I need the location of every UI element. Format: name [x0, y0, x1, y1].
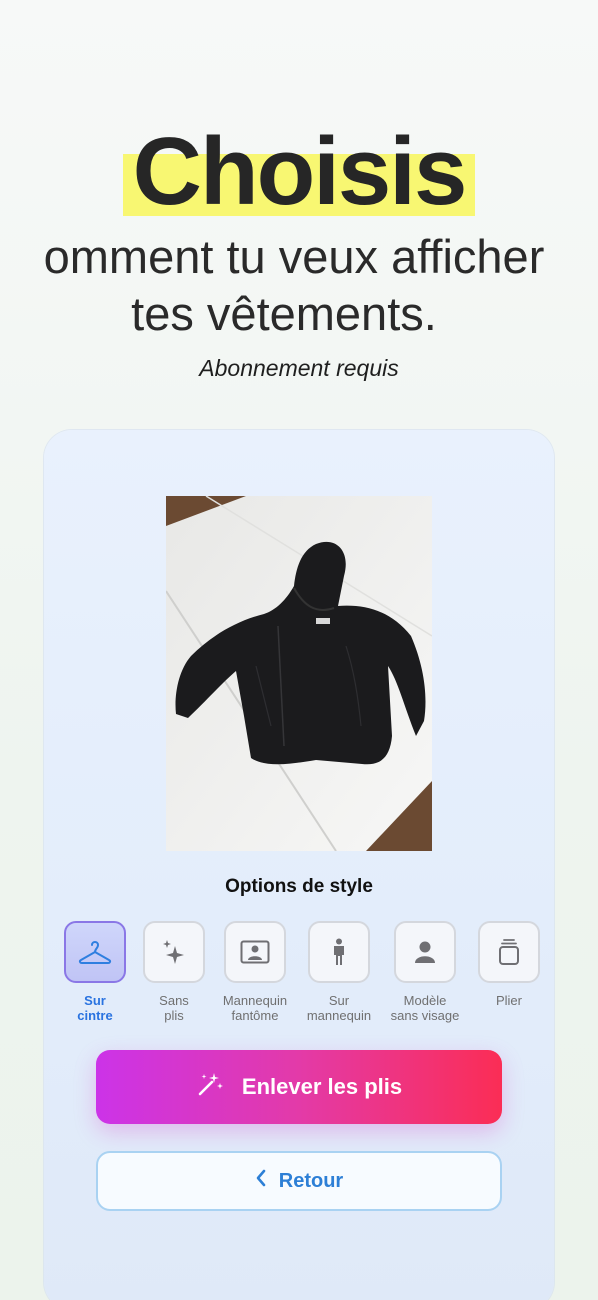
folded-stack-icon — [498, 938, 520, 966]
hanger-icon — [78, 939, 112, 965]
ghost-mannequin-icon — [240, 940, 270, 964]
subtitle: omment tu veux afficher tes vêtements. — [0, 228, 598, 342]
remove-wrinkles-label: Enlever les plis — [241, 1074, 403, 1099]
faceless-model-icon — [413, 940, 437, 964]
back-button[interactable]: Retour — [96, 1151, 502, 1211]
style-option-tile[interactable] — [64, 921, 126, 983]
subtitle-line-2: tes vêtements. — [131, 287, 437, 340]
style-options-title: Options de style — [225, 876, 373, 897]
mannequin-icon — [331, 938, 347, 966]
remove-wrinkles-button[interactable]: Enlever les plis — [96, 1050, 502, 1124]
style-option-tile[interactable] — [478, 921, 540, 983]
style-option-faceless-model[interactable]: Modèle sans visage — [380, 921, 470, 1023]
style-option-label: Mannequin fantôme — [222, 993, 288, 1023]
style-options-screen: Choisis omment tu veux afficher tes vête… — [0, 0, 598, 1300]
subtitle-line-1: omment tu veux afficher — [43, 230, 545, 283]
style-option-label: Sur mannequin — [306, 993, 372, 1023]
headline: Choisis — [0, 118, 598, 226]
style-option-label: Sur cintre — [77, 993, 113, 1023]
style-option-tile[interactable] — [143, 921, 205, 983]
chevron-left-icon — [255, 1169, 267, 1193]
style-option-wrinkle-free[interactable]: Sans plis — [129, 921, 219, 1023]
style-option-tile[interactable] — [394, 921, 456, 983]
style-option-ghost-mannequin[interactable]: Mannequin fantôme — [210, 921, 300, 1023]
style-option-label: Plier — [495, 993, 522, 1008]
style-option-tile[interactable] — [224, 921, 286, 983]
style-option-hanger[interactable]: Sur cintre — [50, 921, 140, 1023]
style-option-tile[interactable] — [308, 921, 370, 983]
style-option-folded[interactable]: Plier — [464, 921, 554, 1008]
sparkles-icon — [160, 938, 188, 966]
style-option-label: Sans plis — [159, 993, 189, 1023]
subscription-note: Abonnement requis — [199, 355, 399, 381]
style-option-on-mannequin[interactable]: Sur mannequin — [294, 921, 384, 1023]
style-option-label: Modèle sans visage — [390, 993, 460, 1023]
magic-wand-icon — [196, 1070, 224, 1104]
clothing-photo — [166, 496, 432, 851]
back-label: Retour — [278, 1169, 344, 1192]
highlighted-title: Choisis — [122, 118, 476, 226]
